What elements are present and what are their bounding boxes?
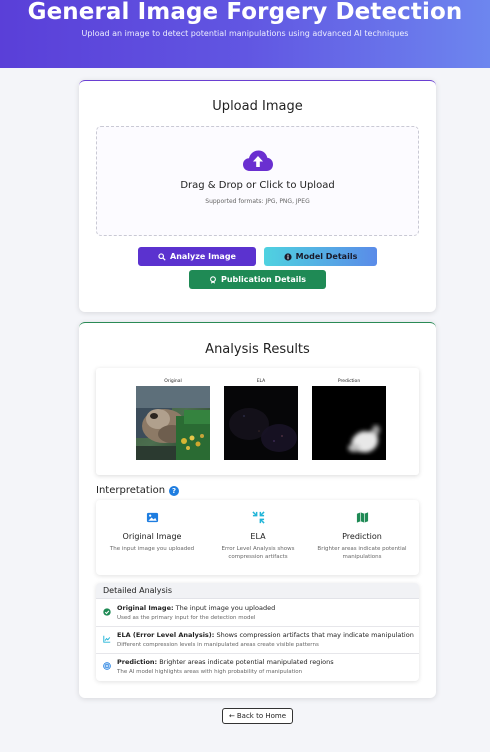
detail-ela-label: ELA (Error Level Analysis): xyxy=(117,631,215,639)
upload-card: Upload Image Drag & Drop or Click to Upl… xyxy=(79,80,436,312)
original-thumb-label: Original xyxy=(164,379,182,384)
interp-original: Original Image The input image you uploa… xyxy=(102,509,202,553)
detail-ela-text: ELA (Error Level Analysis): Shows compre… xyxy=(117,631,414,639)
interpretation-heading: Interpretation ? xyxy=(96,485,180,496)
interp-original-desc: The input image you uploaded xyxy=(109,546,195,552)
original-thumb-group: Original xyxy=(136,378,210,460)
back-to-home-button[interactable]: ← Back to Home xyxy=(222,708,293,724)
interp-ela: ELA Error Level Analysis shows compressi… xyxy=(208,509,308,561)
detail-row-ela: ELA (Error Level Analysis): Shows compre… xyxy=(96,627,419,654)
detail-original-text: Original Image: The input image you uplo… xyxy=(117,604,275,612)
model-details-label: Model Details xyxy=(295,252,358,261)
analyze-image-label: Analyze Image xyxy=(170,252,236,261)
detail-original-note: Used as the primary input for the detect… xyxy=(117,615,256,621)
check-circle-icon xyxy=(103,608,111,616)
map-icon xyxy=(356,512,368,523)
detail-prediction-text: Prediction: Brighter areas indicate pote… xyxy=(117,658,334,666)
detail-row-prediction: Prediction: Brighter areas indicate pote… xyxy=(96,654,419,681)
detail-ela-desc: Shows compression artifacts that may ind… xyxy=(216,631,414,639)
detail-prediction-note: The AI model highlights areas with high … xyxy=(117,669,303,675)
upload-title: Upload Image xyxy=(212,99,303,114)
prediction-image xyxy=(312,386,386,460)
dropzone-label: Drag & Drop or Click to Upload xyxy=(180,180,335,191)
page-title: General Image Forgery Detection xyxy=(27,0,463,25)
interp-ela-title: ELA xyxy=(250,532,266,541)
prediction-thumb-label: Prediction xyxy=(337,379,361,384)
detail-original-desc: The input image you uploaded xyxy=(175,604,276,612)
image-icon xyxy=(146,512,158,523)
detail-row-original: Original Image: The input image you uplo… xyxy=(96,600,419,627)
page-subtitle: Upload an image to detect potential mani… xyxy=(81,29,409,38)
interp-ela-desc: Error Level Analysis shows compression a… xyxy=(221,546,295,560)
ela-thumb-label: ELA xyxy=(256,379,266,384)
search-icon xyxy=(158,252,166,261)
ela-image xyxy=(224,386,298,460)
ela-thumb-group: ELA xyxy=(224,378,298,460)
back-to-home-label: Back to Home xyxy=(236,712,287,720)
interp-prediction-desc: Brighter areas indicate potential manipu… xyxy=(317,546,407,560)
result-images-panel: Original ELA Prediction xyxy=(96,368,419,475)
help-icon[interactable]: ? xyxy=(169,485,180,496)
supported-formats: Supported formats: JPG, PNG, JPEG xyxy=(205,198,310,205)
target-icon xyxy=(103,662,111,670)
interpretation-label: Interpretation xyxy=(96,485,166,496)
prediction-thumb-group: Prediction xyxy=(312,378,386,460)
original-image xyxy=(136,386,210,460)
detailed-analysis-heading: Detailed Analysis xyxy=(96,583,419,599)
results-title: Analysis Results xyxy=(205,342,310,357)
detail-original-label: Original Image: xyxy=(117,604,174,612)
upload-dropzone[interactable]: Drag & Drop or Click to Upload Supported… xyxy=(96,126,419,236)
analyze-image-button[interactable]: Analyze Image xyxy=(138,247,256,266)
compress-icon xyxy=(251,511,265,524)
detail-prediction-label: Prediction: xyxy=(117,658,158,666)
interp-prediction: Prediction Brighter areas indicate poten… xyxy=(312,509,412,561)
cloud-upload-icon xyxy=(243,150,273,171)
arrow-left-icon: ← xyxy=(228,712,235,720)
model-details-button[interactable]: Model Details xyxy=(264,247,377,266)
interp-prediction-title: Prediction xyxy=(342,532,382,541)
interp-original-title: Original Image xyxy=(122,532,182,541)
detailed-analysis-panel: Detailed Analysis Original Image: The in… xyxy=(96,583,419,681)
publication-details-button[interactable]: Publication Details xyxy=(189,270,326,289)
award-icon xyxy=(210,275,216,284)
publication-details-label: Publication Details xyxy=(221,275,306,284)
chart-icon xyxy=(103,635,111,643)
detail-ela-note: Different compression levels in manipula… xyxy=(117,642,319,648)
page-header: General Image Forgery Detection Upload a… xyxy=(0,0,490,68)
info-icon xyxy=(284,252,292,261)
detail-prediction-desc: Brighter areas indicate potential manipu… xyxy=(159,658,334,666)
interpretation-panel: Original Image The input image you uploa… xyxy=(96,500,419,575)
